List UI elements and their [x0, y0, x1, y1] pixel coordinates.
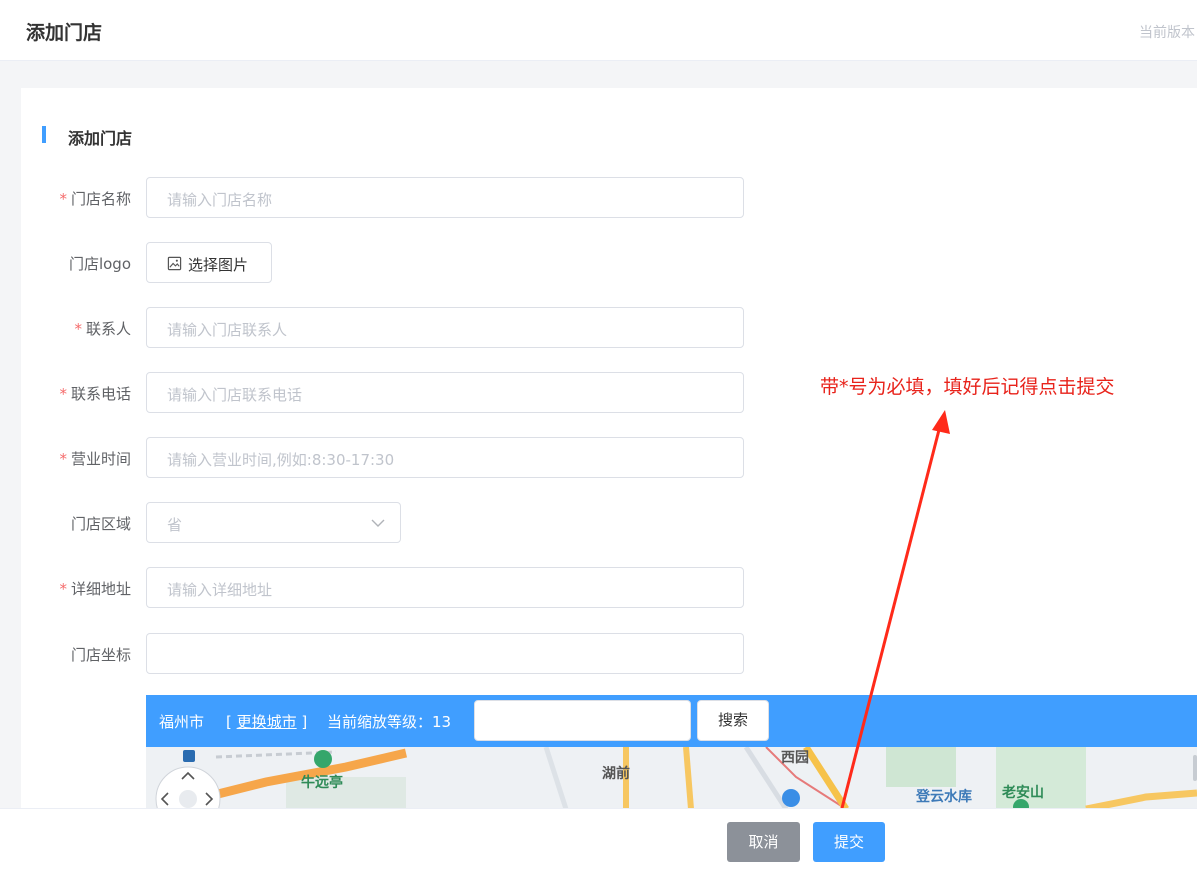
map-place-label: 西园 [781, 750, 809, 766]
business-hours-label-text: 营业时间 [70, 450, 131, 468]
required-mark: * [74, 320, 82, 338]
province-placeholder: 省 [167, 516, 183, 534]
required-fields-annotation: 带*号为必填，填好后记得点击提交 [820, 376, 1115, 398]
store-logo-label: 门店logo [68, 255, 131, 273]
location-marker-icon [782, 789, 800, 807]
map-place-label: 登云水库 [916, 789, 972, 805]
business-hours-placeholder: 请输入营业时间,例如:8:30-17:30 [167, 451, 395, 469]
province-select[interactable]: 省 [146, 502, 401, 543]
contact-placeholder: 请输入门店联系人 [167, 321, 288, 339]
top-header: 添加门店 当前版本 [0, 0, 1197, 61]
form-row-contact: * 联系人 请输入门店联系人 [21, 307, 921, 348]
required-mark: * [59, 580, 67, 598]
map-picker: 福州市 [ 更换城市 ] 当前缩放等级：13 搜索 湖前 西园 牛远亭 登云水库… [146, 695, 1197, 809]
required-mark: * [59, 385, 67, 403]
form-row-store-name: * 门店名称 请输入门店名称 [21, 177, 921, 218]
map-place-label: 老安山 [1002, 785, 1044, 801]
required-mark: * [59, 190, 67, 208]
current-city: 福州市 [159, 713, 205, 731]
page-title: 添加门店 [26, 22, 103, 44]
required-mark: * [59, 450, 67, 468]
submit-button[interactable]: 提交 [813, 822, 885, 862]
cancel-button[interactable]: 取消 [727, 822, 800, 862]
form-row-address: * 详细地址 请输入详细地址 [21, 567, 921, 608]
coordinates-input[interactable] [146, 633, 744, 674]
address-label: * 详细地址 [59, 578, 131, 599]
north-indicator-icon [183, 750, 195, 762]
zoom-level-text: 当前缩放等级：13 [327, 713, 452, 731]
map-place-label: 湖前 [602, 766, 630, 782]
form-row-store-logo: 门店logo 选择图片 [21, 242, 921, 283]
image-icon [167, 256, 182, 271]
store-name-placeholder: 请输入门店名称 [167, 191, 273, 209]
contact-label: * 联系人 [74, 318, 131, 339]
change-city-link[interactable]: 更换城市 [237, 713, 297, 731]
map-search-input[interactable] [474, 700, 691, 741]
map-search-button[interactable]: 搜索 [697, 700, 769, 741]
map-canvas[interactable]: 湖前 西园 牛远亭 登云水库 老安山 [146, 745, 1197, 809]
store-name-input[interactable]: 请输入门店名称 [146, 177, 744, 218]
address-label-text: 详细地址 [70, 580, 131, 598]
form-row-region: 门店区域 省 [21, 502, 921, 543]
map-toolbar: 福州市 [ 更换城市 ] 当前缩放等级：13 搜索 [146, 695, 1197, 747]
phone-label-text: 联系电话 [70, 385, 131, 403]
map-place-label: 牛远亭 [301, 775, 343, 791]
form-card: 添加门店 * 门店名称 请输入门店名称 门店logo 选择图片 * 联系人 请输入门… [21, 88, 1197, 871]
form-row-coordinates: 门店坐标 [21, 633, 921, 674]
chevron-down-icon [371, 519, 385, 527]
business-hours-label: * 营业时间 [59, 448, 131, 469]
section-title-accent-bar [42, 126, 46, 143]
store-name-label: * 门店名称 [59, 188, 131, 209]
choose-image-label: 选择图片 [188, 256, 249, 274]
version-label: 当前版本 [1139, 25, 1195, 41]
change-city: [ 更换城市 ] [226, 711, 307, 732]
bracket-open: [ [226, 713, 237, 731]
coordinates-label: 门店坐标 [70, 646, 131, 664]
phone-input[interactable]: 请输入门店联系电话 [146, 372, 744, 413]
contact-label-text: 联系人 [85, 320, 131, 338]
form-row-phone: * 联系电话 请输入门店联系电话 [21, 372, 921, 413]
section-title-text: 添加门店 [68, 129, 133, 148]
business-hours-input[interactable]: 请输入营业时间,例如:8:30-17:30 [146, 437, 744, 478]
form-row-business-hours: * 营业时间 请输入营业时间,例如:8:30-17:30 [21, 437, 921, 478]
footer-actions: 取消 提交 [0, 808, 1197, 871]
address-placeholder: 请输入详细地址 [167, 581, 273, 599]
address-input[interactable]: 请输入详细地址 [146, 567, 744, 608]
region-label: 门店区域 [70, 515, 131, 533]
choose-image-button[interactable]: 选择图片 [146, 242, 272, 283]
camera-marker-icon [314, 750, 332, 768]
store-name-label-text: 门店名称 [70, 190, 131, 208]
bracket-close: ] [296, 713, 308, 731]
contact-input[interactable]: 请输入门店联系人 [146, 307, 744, 348]
phone-label: * 联系电话 [59, 383, 131, 404]
phone-placeholder: 请输入门店联系电话 [167, 386, 303, 404]
